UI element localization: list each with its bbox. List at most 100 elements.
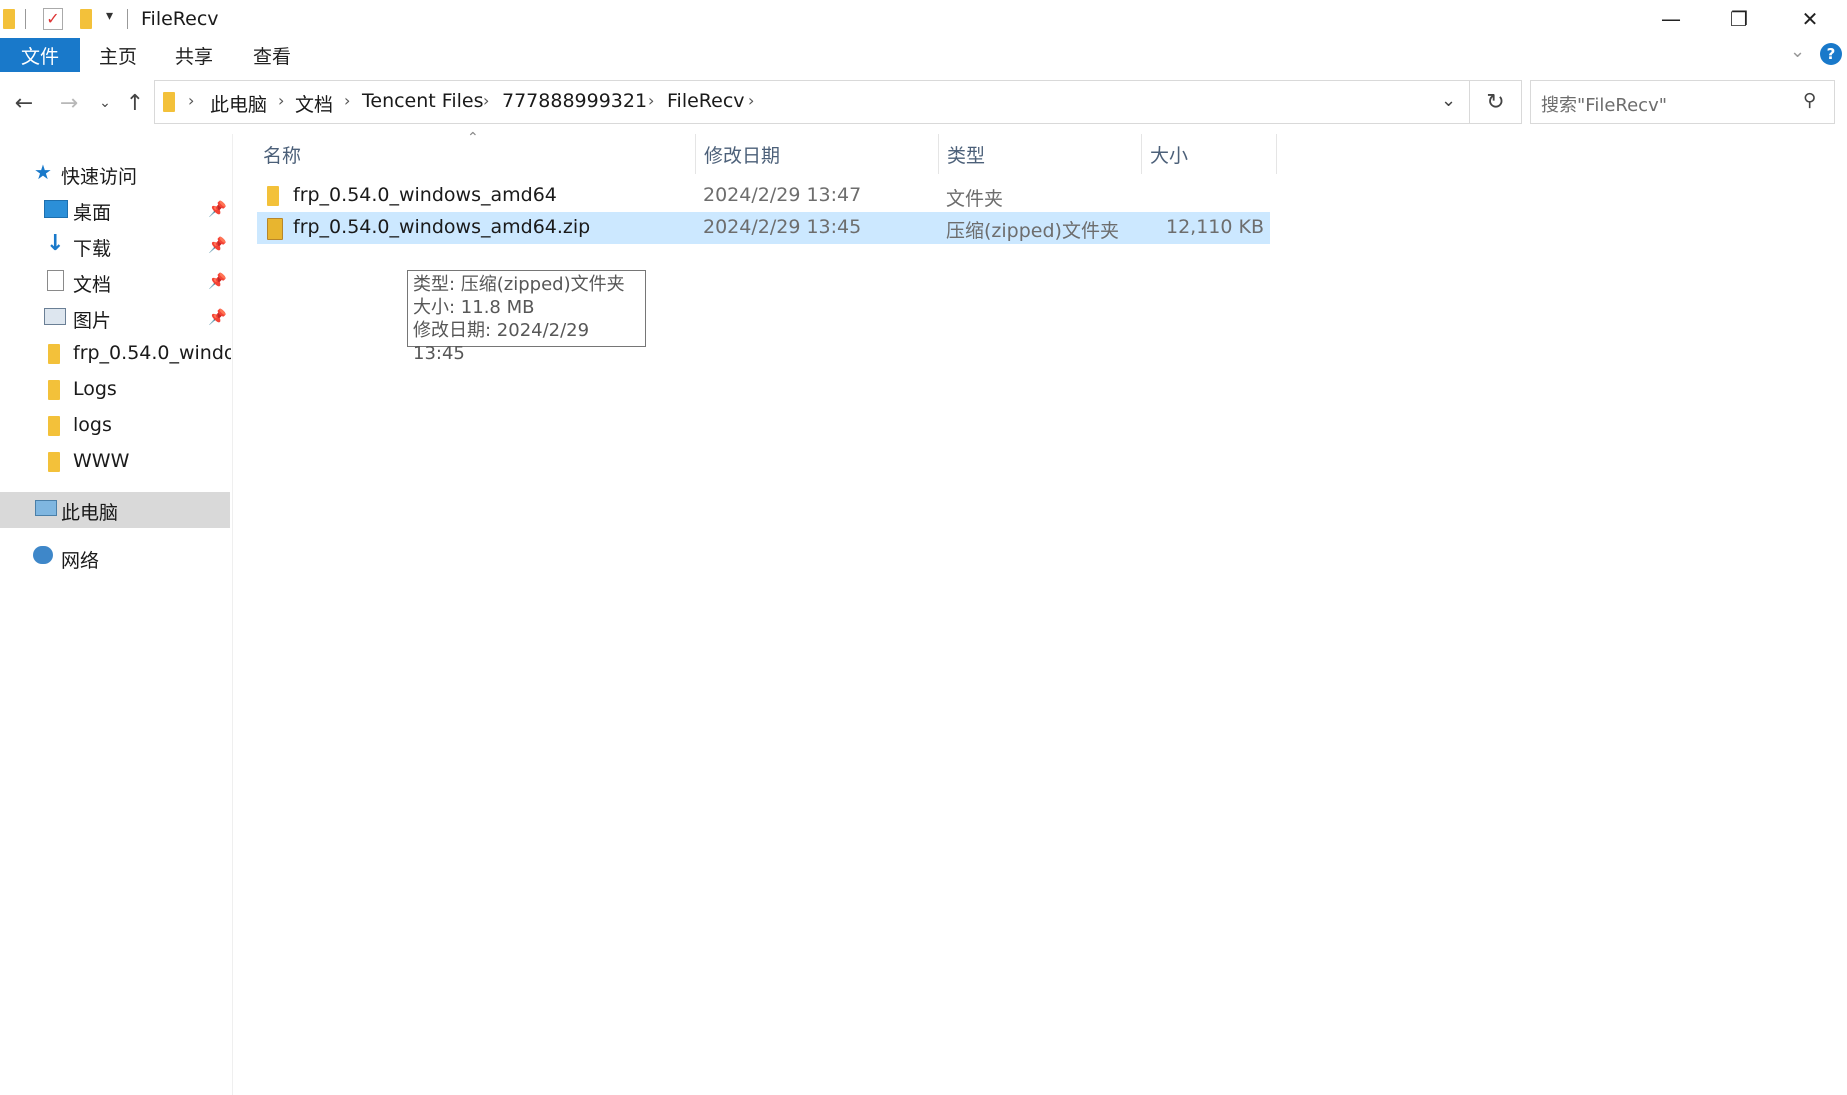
column-header-label: 大小	[1150, 145, 1189, 167]
address-history-chevron-icon[interactable]: ⌄	[1441, 90, 1456, 111]
ribbon-tabs: 文件 主页 共享 查看 ⌄ ?	[0, 38, 1847, 73]
picture-icon	[44, 308, 66, 325]
tooltip-modified: 修改日期: 2024/2/29 13:45	[413, 320, 590, 364]
recent-locations-chevron-icon[interactable]: ⌄	[90, 86, 120, 120]
navigation-pane: ★ 快速访问 桌面 📌 ↓ 下载 📌 文档 📌 图片 📌 frp_0.54.0_…	[0, 134, 233, 1095]
computer-icon	[35, 500, 57, 516]
network-icon	[33, 546, 53, 564]
minimize-button[interactable]: —	[1636, 0, 1706, 38]
nav-label: 网络	[61, 550, 100, 572]
file-type: 文件夹	[946, 188, 1004, 210]
nav-quick-access[interactable]: ★ 快速访问	[0, 156, 230, 192]
folder-icon	[48, 380, 60, 400]
tab-file[interactable]: 文件	[0, 38, 80, 72]
nav-item-frp-folder[interactable]: frp_0.54.0_window	[0, 336, 231, 372]
search-icon[interactable]: ⚲	[1803, 90, 1816, 111]
chevron-right-icon[interactable]: ›	[648, 91, 654, 110]
chevron-right-icon[interactable]: ›	[344, 91, 350, 110]
column-header-type[interactable]: 类型	[939, 134, 1141, 170]
breadcrumb-tencent-files[interactable]: Tencent Files	[362, 90, 483, 112]
nav-label: Logs	[73, 378, 117, 400]
tooltip-size: 大小: 11.8 MB	[413, 297, 535, 318]
column-header-name[interactable]: 名称	[255, 134, 695, 170]
nav-label: 图片	[73, 310, 112, 332]
file-name: frp_0.54.0_windows_amd64	[293, 184, 557, 206]
folder-icon	[48, 452, 60, 472]
nav-label: 此电脑	[61, 502, 119, 524]
search-input[interactable]: 搜索"FileRecv" ⚲	[1530, 80, 1835, 124]
folder-icon	[48, 416, 60, 436]
table-row[interactable]: frp_0.54.0_windows_amd64 2024/2/29 13:47…	[257, 180, 1270, 212]
chevron-right-icon[interactable]: ›	[748, 91, 754, 110]
nav-label: logs	[73, 414, 112, 436]
pin-icon[interactable]: 📌	[208, 272, 227, 290]
table-row[interactable]: frp_0.54.0_windows_amd64.zip 2024/2/29 1…	[257, 212, 1270, 244]
nav-network[interactable]: 网络	[0, 540, 230, 576]
zip-folder-icon	[267, 218, 283, 240]
properties-icon[interactable]: ✓	[43, 8, 63, 30]
nav-item-desktop[interactable]: 桌面 📌	[0, 192, 230, 228]
breadcrumb-filerecv[interactable]: FileRecv	[667, 90, 745, 112]
breadcrumb-documents[interactable]: 文档	[295, 90, 333, 117]
file-size: 12,110 KB	[1165, 216, 1264, 238]
nav-label: 文档	[73, 274, 112, 296]
folder-icon	[48, 344, 60, 364]
desktop-icon	[44, 200, 68, 218]
back-arrow-icon[interactable]: ←	[9, 86, 39, 120]
chevron-right-icon[interactable]: ›	[483, 91, 489, 110]
title-bar: ✓ ▾ FileRecv — ❐ ✕	[0, 0, 1847, 38]
forward-arrow-icon[interactable]: →	[54, 86, 84, 120]
file-tooltip: 类型: 压缩(zipped)文件夹 大小: 11.8 MB 修改日期: 2024…	[407, 270, 646, 364]
tab-view[interactable]: 查看	[238, 38, 306, 72]
nav-item-pictures[interactable]: 图片 📌	[0, 300, 230, 336]
column-header-label: 修改日期	[704, 145, 781, 167]
separator	[127, 9, 128, 29]
file-type: 压缩(zipped)文件夹	[946, 220, 1119, 242]
window-title: FileRecv	[141, 8, 219, 30]
restore-button[interactable]: ❐	[1704, 0, 1774, 38]
nav-item-documents[interactable]: 文档 📌	[0, 264, 230, 300]
file-name: frp_0.54.0_windows_amd64.zip	[293, 216, 591, 238]
nav-this-pc[interactable]: 此电脑	[0, 492, 230, 528]
column-header-label: 类型	[947, 145, 986, 167]
chevron-right-icon[interactable]: ›	[188, 91, 194, 110]
star-icon: ★	[34, 160, 52, 184]
pin-icon[interactable]: 📌	[208, 200, 227, 218]
breadcrumb-account[interactable]: 777888999321	[502, 90, 647, 112]
nav-item-downloads[interactable]: ↓ 下载 📌	[0, 228, 230, 264]
separator	[25, 9, 26, 29]
nav-label: 快速访问	[61, 166, 138, 188]
pin-icon[interactable]: 📌	[208, 308, 227, 326]
search-placeholder: 搜索"FileRecv"	[1541, 95, 1667, 116]
folder-icon	[3, 9, 15, 29]
nav-item-logs-lower[interactable]: logs	[0, 408, 230, 444]
up-arrow-icon[interactable]: ↑	[120, 86, 150, 120]
column-header-label: 名称	[263, 145, 302, 167]
nav-label: frp_0.54.0_window	[73, 342, 231, 364]
pin-icon[interactable]: 📌	[208, 236, 227, 254]
chevron-right-icon[interactable]: ›	[278, 91, 284, 110]
nav-label: 桌面	[73, 202, 112, 224]
column-header-modified[interactable]: 修改日期	[696, 134, 938, 170]
address-row: ← → ⌄ ↑ › 此电脑 › 文档 › Tencent Files › 777…	[0, 72, 1847, 134]
tab-share[interactable]: 共享	[160, 38, 228, 72]
folder-icon	[267, 186, 279, 206]
address-bar[interactable]: › 此电脑 › 文档 › Tencent Files › 77788899932…	[154, 80, 1470, 124]
nav-label: 下载	[73, 238, 112, 260]
document-icon	[47, 270, 64, 291]
help-icon[interactable]: ?	[1820, 43, 1842, 65]
quick-access-toolbar-dropdown-icon[interactable]: ▾	[106, 8, 113, 24]
folder-icon	[163, 92, 175, 112]
breadcrumb-this-pc[interactable]: 此电脑	[210, 90, 267, 117]
column-header-size[interactable]: 大小	[1142, 134, 1276, 170]
refresh-icon[interactable]: ↻	[1470, 80, 1522, 124]
tab-home[interactable]: 主页	[84, 38, 152, 72]
new-folder-icon[interactable]	[80, 9, 92, 29]
download-arrow-icon: ↓	[46, 231, 65, 256]
nav-item-logs-upper[interactable]: Logs	[0, 372, 230, 408]
nav-item-www[interactable]: WWW	[0, 444, 230, 480]
expand-ribbon-chevron-icon[interactable]: ⌄	[1790, 41, 1805, 62]
close-button[interactable]: ✕	[1775, 0, 1845, 38]
nav-label: WWW	[73, 450, 130, 472]
column-divider[interactable]	[1276, 134, 1277, 174]
